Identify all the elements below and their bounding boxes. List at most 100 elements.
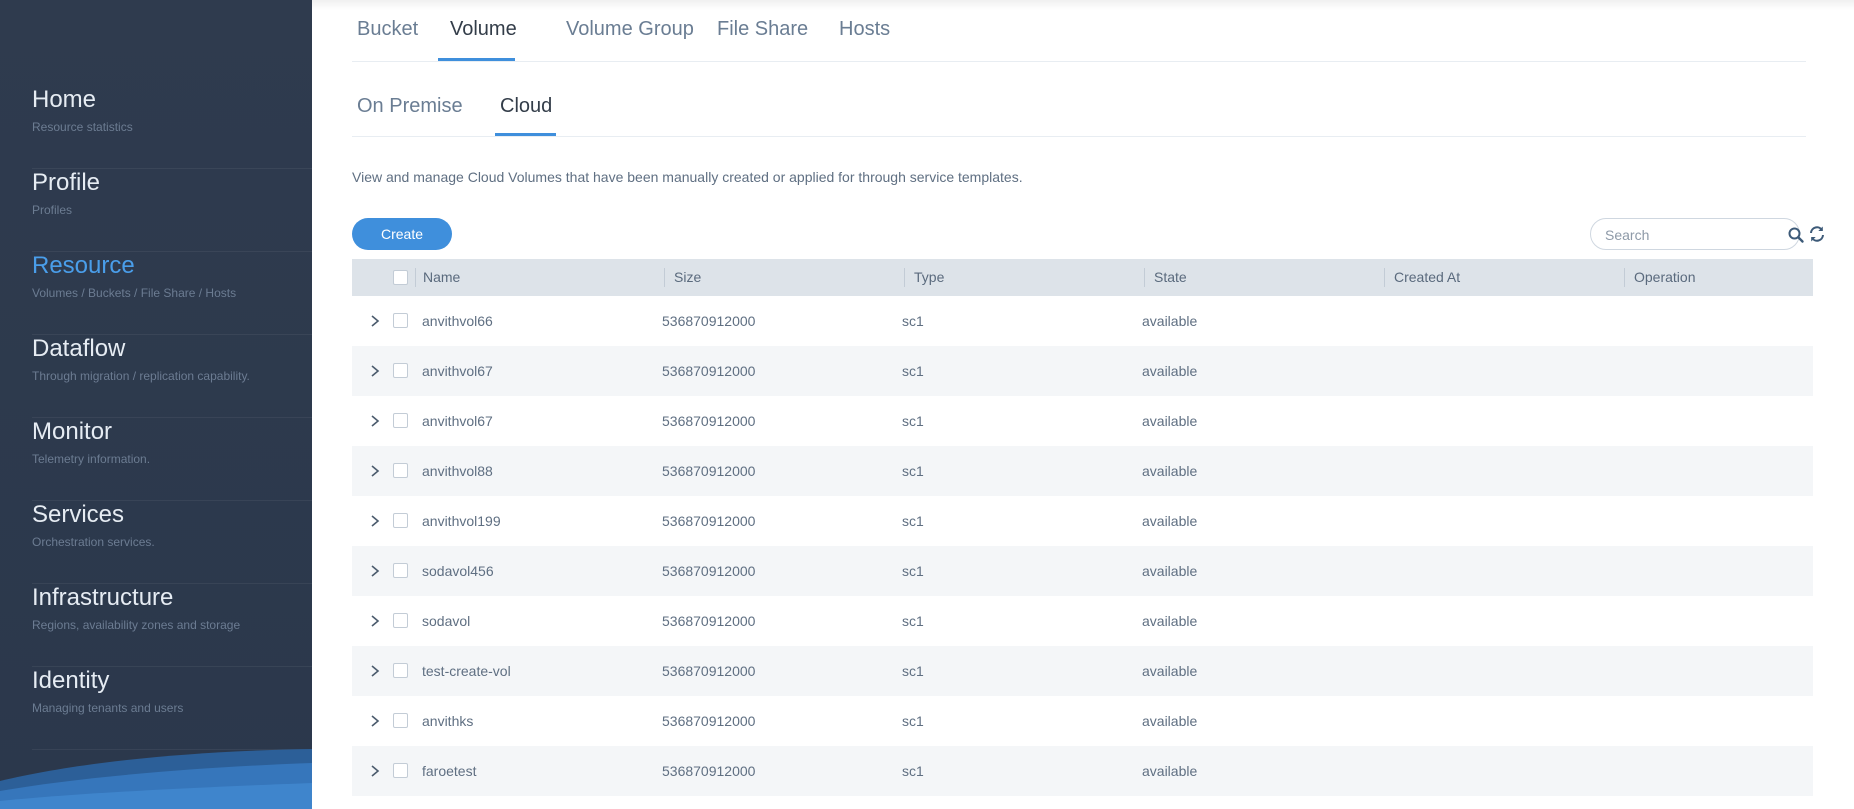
table-row[interactable]: anvithvol67 536870912000 sc1 available [352,396,1813,446]
row-checkbox[interactable] [393,363,408,378]
chevron-right-icon[interactable] [367,311,383,331]
tab-active-underline [495,133,556,136]
tab-file-share[interactable]: File Share [717,18,808,41]
row-checkbox[interactable] [393,413,408,428]
column-header-created-at[interactable]: Created At [1394,269,1460,285]
cell-state: available [1142,763,1198,779]
sidebar-item-profile[interactable]: Profile Profiles [32,169,312,252]
cell-name: anvithks [422,713,474,729]
chevron-right-icon[interactable] [367,611,383,631]
table-header: Name Size Type State Created At Operatio… [352,259,1813,296]
sidebar-item-infrastructure[interactable]: Infrastructure Regions, availability zon… [32,584,312,667]
column-separator [1624,268,1625,287]
column-separator [664,268,665,287]
sidebar-item-subtitle: Managing tenants and users [32,701,184,715]
row-checkbox[interactable] [393,663,408,678]
table-row[interactable]: test-create-vol 536870912000 sc1 available [352,646,1813,696]
column-separator [1384,268,1385,287]
cell-type: sc1 [902,613,924,629]
tab-on-premise[interactable]: On Premise [357,95,463,118]
column-header-operation: Operation [1634,269,1696,285]
chevron-right-icon[interactable] [367,661,383,681]
sidebar-item-dataflow[interactable]: Dataflow Through migration / replication… [32,335,312,418]
cell-state: available [1142,563,1198,579]
tab-volume-group[interactable]: Volume Group [566,18,694,41]
table-row[interactable]: sodavol 536870912000 sc1 available [352,596,1813,646]
cell-size: 536870912000 [662,763,756,779]
sidebar-item-subtitle: Volumes / Buckets / File Share / Hosts [32,286,237,300]
column-header-state[interactable]: State [1154,269,1187,285]
chevron-right-icon[interactable] [367,761,383,781]
cell-size: 536870912000 [662,563,756,579]
row-checkbox[interactable] [393,763,408,778]
cell-size: 536870912000 [662,463,756,479]
cell-name: sodavol [422,613,471,629]
sidebar-item-title: Services [32,501,125,528]
cell-size: 536870912000 [662,513,756,529]
row-checkbox[interactable] [393,713,408,728]
cell-type: sc1 [902,513,924,529]
sidebar: Home Resource statistics Profile Profile… [0,0,312,809]
cell-name: anvithvol66 [422,313,493,329]
chevron-right-icon[interactable] [367,511,383,531]
table-row[interactable]: anvithvol66 536870912000 sc1 available [352,296,1813,346]
row-checkbox[interactable] [393,463,408,478]
table-row[interactable]: sodavol456 536870912000 sc1 available [352,546,1813,596]
row-checkbox[interactable] [393,613,408,628]
sidebar-item-resource[interactable]: Resource Volumes / Buckets / File Share … [32,252,312,335]
tab-volume[interactable]: Volume [450,18,517,41]
chevron-right-icon[interactable] [367,711,383,731]
cell-size: 536870912000 [662,713,756,729]
column-header-size[interactable]: Size [674,269,701,285]
chevron-right-icon[interactable] [367,411,383,431]
sidebar-item-home[interactable]: Home Resource statistics [32,86,312,169]
cell-type: sc1 [902,563,924,579]
table-row[interactable]: anvithks 536870912000 sc1 available [352,696,1813,746]
cell-type: sc1 [902,663,924,679]
tab-hosts[interactable]: Hosts [839,18,890,41]
sidebar-item-title: Profile [32,169,101,196]
sidebar-item-title: Dataflow [32,335,126,362]
sidebar-item-title: Infrastructure [32,584,174,611]
row-checkbox[interactable] [393,563,408,578]
cell-state: available [1142,513,1198,529]
tab-bucket[interactable]: Bucket [357,18,418,41]
sidebar-item-title: Monitor [32,418,113,445]
table-row[interactable]: anvithvol88 536870912000 sc1 available [352,446,1813,496]
cell-state: available [1142,663,1198,679]
refresh-icon[interactable] [1808,225,1826,243]
create-button[interactable]: Create [352,218,452,250]
row-checkbox[interactable] [393,513,408,528]
tab-cloud[interactable]: Cloud [500,95,552,118]
chevron-right-icon[interactable] [367,361,383,381]
select-all-checkbox[interactable] [393,270,408,285]
chevron-right-icon[interactable] [367,561,383,581]
sidebar-item-title: Resource [32,252,135,279]
sidebar-item-subtitle: Regions, availability zones and storage [32,618,241,632]
column-separator [1144,268,1145,287]
column-header-type[interactable]: Type [914,269,944,285]
sidebar-item-services[interactable]: Services Orchestration services. [32,501,312,584]
cell-size: 536870912000 [662,613,756,629]
cell-type: sc1 [902,313,924,329]
volumes-table: Name Size Type State Created At Operatio… [352,259,1813,796]
cell-type: sc1 [902,713,924,729]
sidebar-wave-decoration [0,749,312,809]
sidebar-item-subtitle: Resource statistics [32,120,133,134]
cell-name: anvithvol67 [422,413,493,429]
column-separator [415,268,416,287]
cell-state: available [1142,613,1198,629]
search-icon[interactable] [1787,226,1805,244]
table-row[interactable]: anvithvol199 536870912000 sc1 available [352,496,1813,546]
row-checkbox[interactable] [393,313,408,328]
cell-size: 536870912000 [662,363,756,379]
search-input[interactable] [1605,226,1765,244]
sidebar-item-identity[interactable]: Identity Managing tenants and users [32,667,312,750]
cell-size: 536870912000 [662,663,756,679]
sidebar-item-monitor[interactable]: Monitor Telemetry information. [32,418,312,501]
chevron-right-icon[interactable] [367,461,383,481]
column-header-name[interactable]: Name [423,269,460,285]
cell-name: sodavol456 [422,563,494,579]
table-row[interactable]: anvithvol67 536870912000 sc1 available [352,346,1813,396]
table-row[interactable]: faroetest 536870912000 sc1 available [352,746,1813,796]
